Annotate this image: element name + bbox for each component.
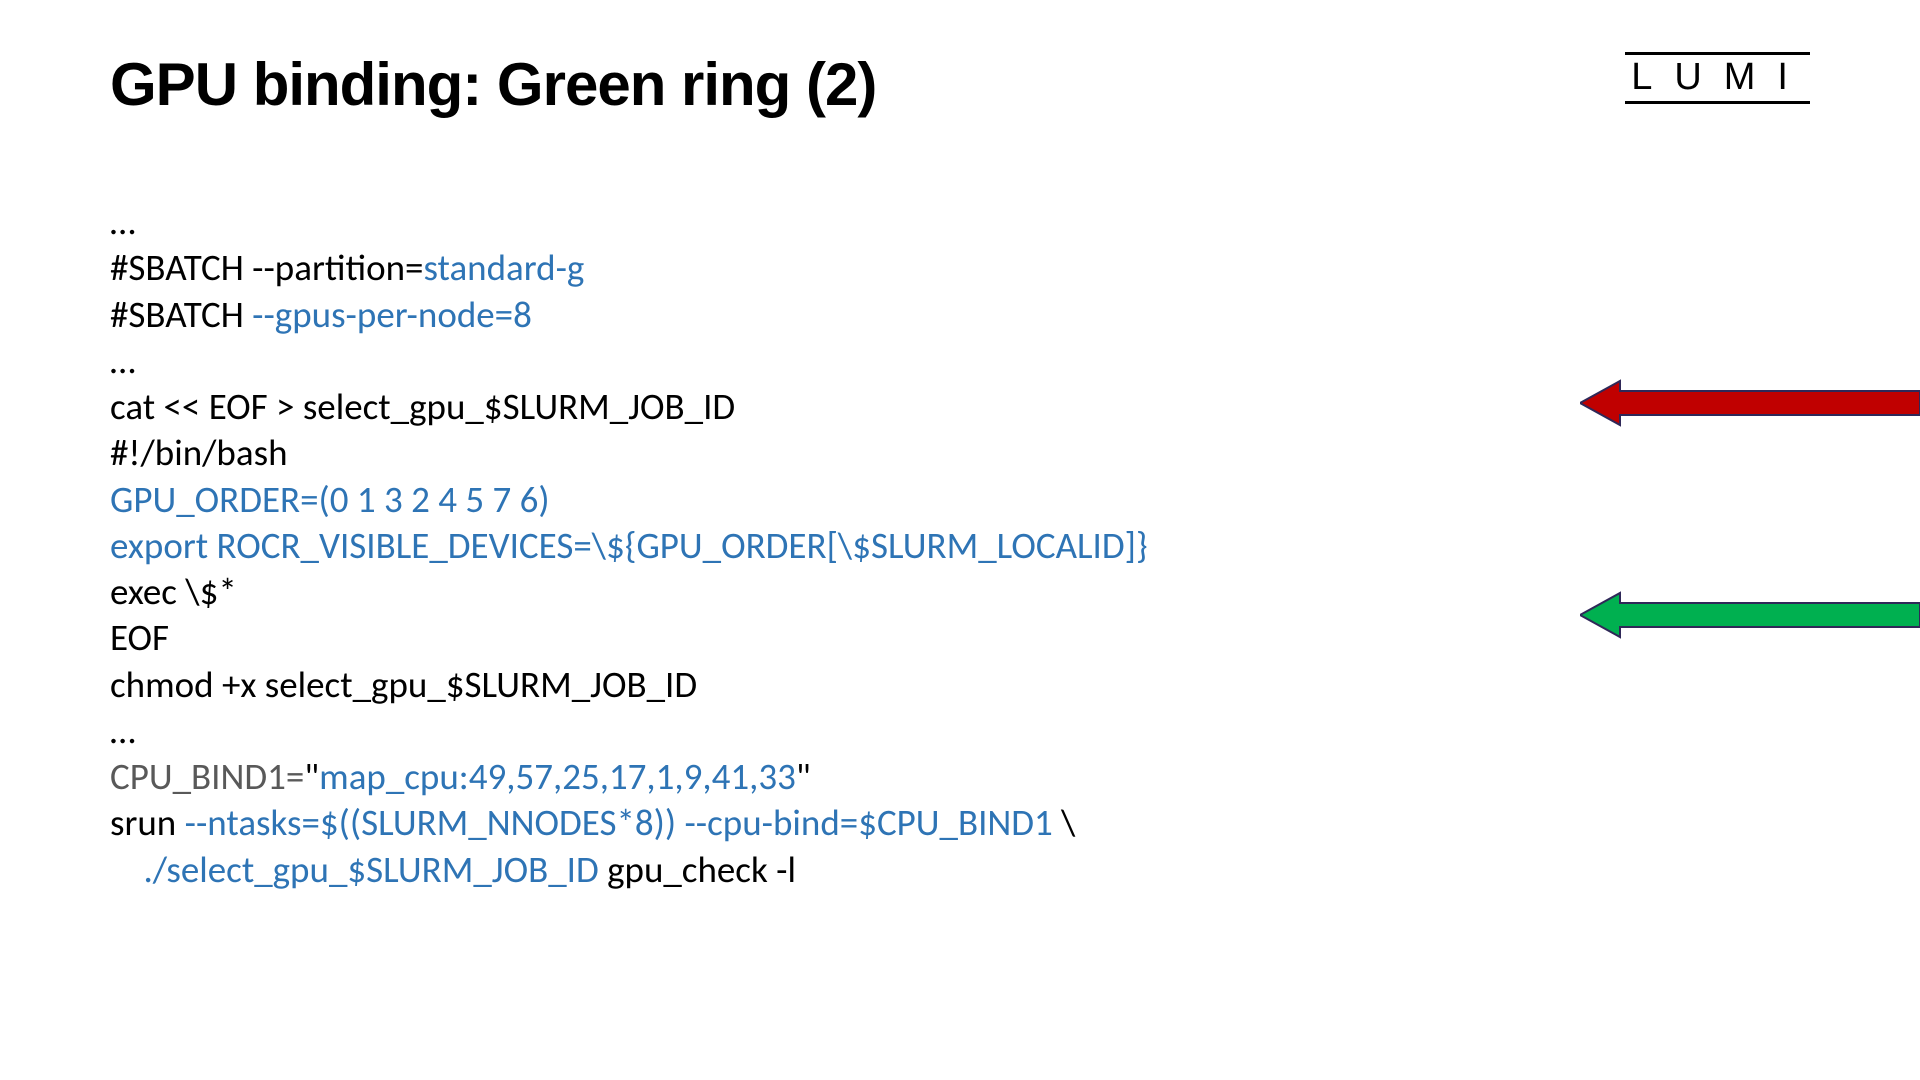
code-line: …	[110, 338, 136, 383]
red-arrow-icon	[1580, 378, 1920, 428]
code-line: #SBATCH --partition=standard-g	[110, 245, 584, 290]
code-line: #!/bin/bash	[110, 430, 288, 475]
code-line: ./select_gpu_$SLURM_JOB_ID gpu_check -l	[110, 847, 796, 892]
slide-title: GPU binding: Green ring (2)	[110, 50, 1810, 119]
code-line: EOF	[110, 615, 169, 660]
green-arrow-icon	[1580, 590, 1920, 640]
code-line: srun --ntasks=$((SLURM_NNODES*8)) --cpu-…	[110, 800, 1075, 845]
code-line: exec \$*	[110, 569, 237, 614]
code-line: GPU_ORDER=(0 1 3 2 4 5 7 6)	[110, 477, 550, 522]
lumi-logo: LUMI	[1625, 52, 1810, 104]
code-line: CPU_BIND1="map_cpu:49,57,25,17,1,9,41,33…	[110, 754, 811, 799]
code-line: …	[110, 708, 136, 753]
code-line: chmod +x select_gpu_$SLURM_JOB_ID	[110, 662, 697, 707]
code-block: … #SBATCH --partition=standard-g #SBATCH…	[110, 199, 1810, 893]
code-line: …	[110, 199, 136, 244]
code-line: #SBATCH --gpus-per-node=8	[110, 292, 532, 337]
code-line: cat << EOF > select_gpu_$SLURM_JOB_ID	[110, 384, 735, 429]
code-line: export ROCR_VISIBLE_DEVICES=\${GPU_ORDER…	[110, 523, 1148, 568]
